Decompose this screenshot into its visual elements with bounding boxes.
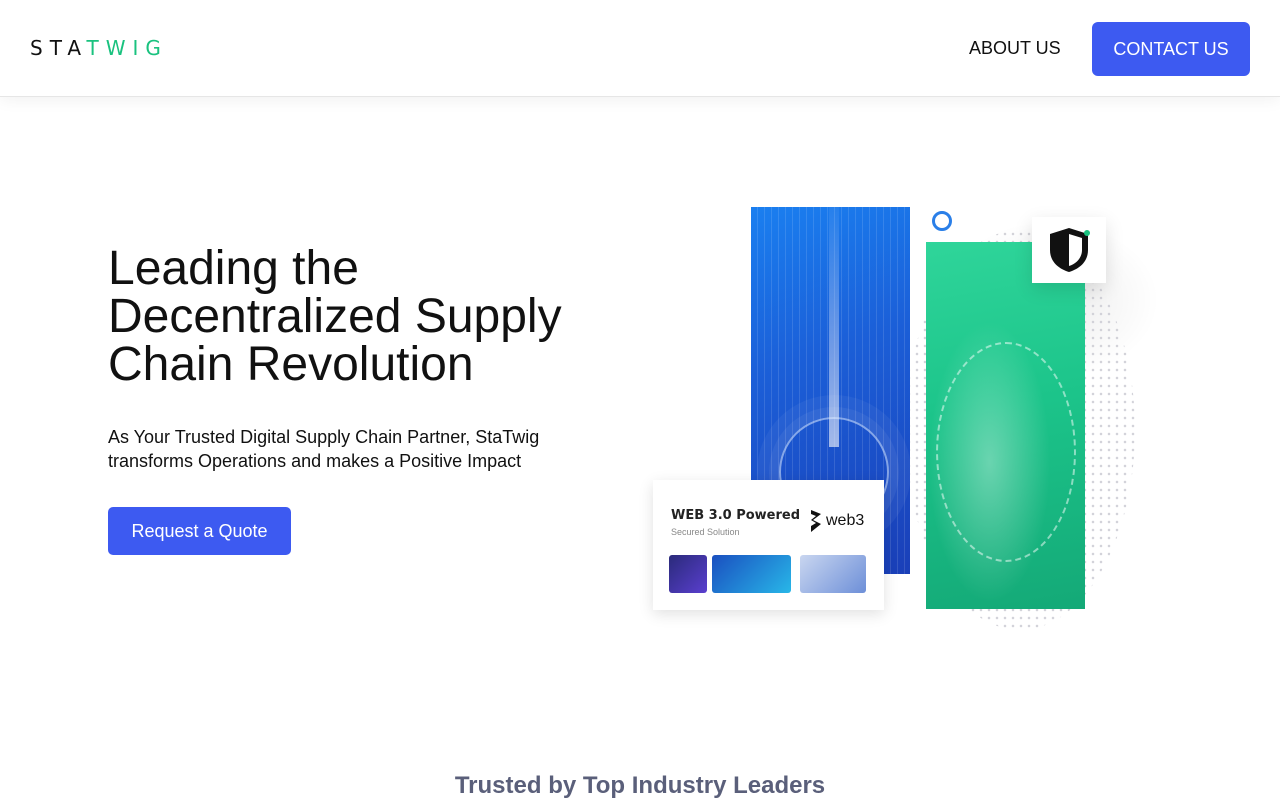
shield-icon [1050,228,1090,272]
web3-card-title: WEB 3.0 Powered [671,508,801,523]
trusted-by-heading: Trusted by Top Industry Leaders [454,772,826,799]
request-quote-button[interactable]: Request a Quote [108,507,291,555]
statwig-logo[interactable]: STATWIG [30,36,168,60]
green-globe-panel [926,242,1085,609]
web3-card: WEB 3.0 Powered Secured Solution web3 [653,480,884,610]
hero-subtitle: As Your Trusted Digital Supply Chain Par… [108,427,540,471]
wave-pattern [936,342,1076,562]
network-thumbnail [712,555,791,593]
circle-accent [932,211,952,231]
light-beam [829,207,839,447]
web3-logo: web3 [809,508,864,534]
hero-title: Leading the Decentralized Supply Chain R… [108,242,562,391]
logo-text-green: TWIG [86,36,168,60]
hero-illustration: WEB 3.0 Powered Secured Solution web3 [640,190,1160,640]
logo-text-dark: STA [30,36,87,60]
site-header: STATWIG ABOUT US CONTACT US [0,0,1280,97]
web3-logo-icon [811,510,821,532]
nav-about-us-link[interactable]: ABOUT US [969,38,1061,59]
shield-card [1032,217,1106,283]
contact-us-button[interactable]: CONTACT US [1092,22,1250,76]
logistics-thumbnail [800,555,866,593]
web3-logo-text: web3 [826,512,865,529]
web3-card-subtitle: Secured Solution [671,527,740,537]
blockchain-thumbnail [669,555,707,593]
